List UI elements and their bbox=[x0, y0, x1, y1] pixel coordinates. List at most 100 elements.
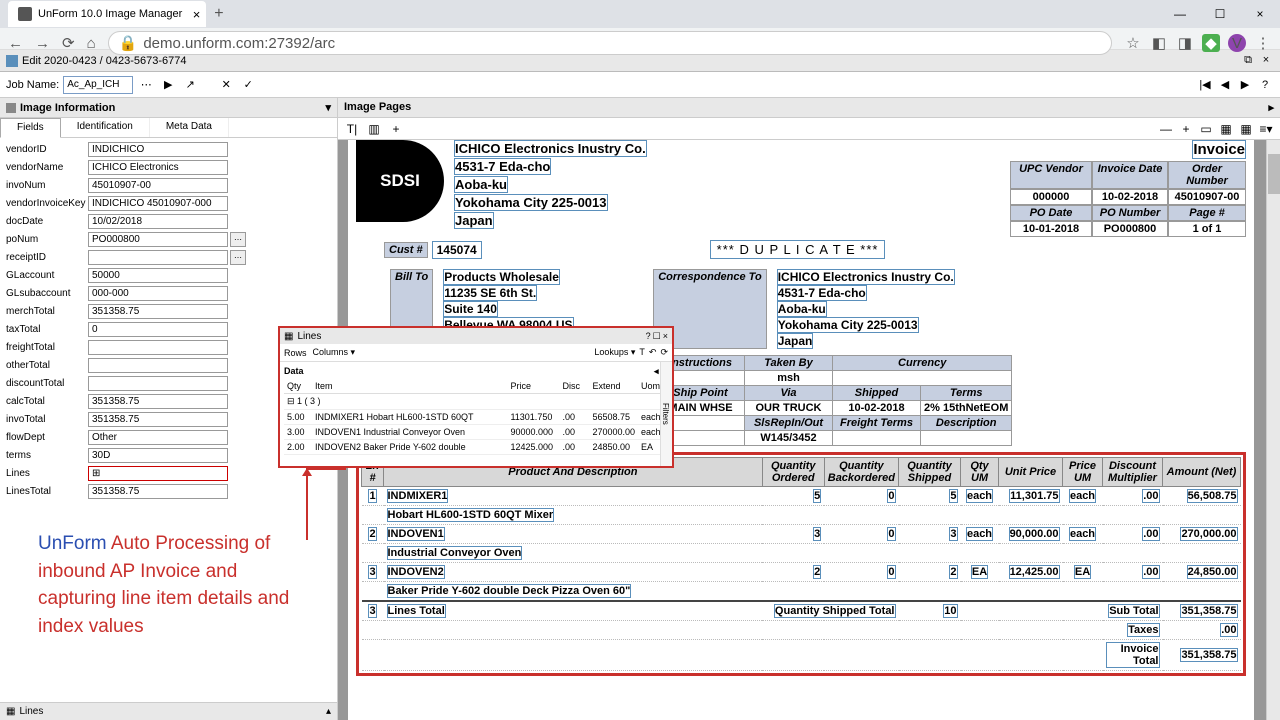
scrollbar[interactable] bbox=[1266, 140, 1280, 720]
home-button[interactable]: ⌂ bbox=[87, 35, 96, 52]
nav-prev-button[interactable]: ◀ bbox=[1216, 76, 1234, 94]
field-input-GLaccount[interactable] bbox=[88, 268, 228, 283]
lookup-button[interactable]: ⋯ bbox=[230, 232, 246, 247]
popout-icon[interactable]: ⧉ bbox=[1240, 54, 1256, 67]
close-icon[interactable]: × bbox=[663, 331, 668, 342]
field-input-vendorID[interactable] bbox=[88, 142, 228, 157]
close-icon[interactable]: × bbox=[193, 7, 201, 22]
field-label: GLaccount bbox=[6, 270, 88, 281]
lookup-button[interactable]: ⋯ bbox=[230, 250, 246, 265]
more-button[interactable]: ⋯ bbox=[137, 76, 155, 94]
field-input-invoNum[interactable] bbox=[88, 178, 228, 193]
field-input-taxTotal[interactable] bbox=[88, 322, 228, 337]
zoom-out-icon[interactable]: — bbox=[1158, 121, 1174, 137]
reload-button[interactable]: ⟳ bbox=[62, 34, 75, 52]
field-input-calcTotal[interactable] bbox=[88, 394, 228, 409]
url-field[interactable]: 🔒 demo.unform.com:27392/arc bbox=[108, 31, 1112, 55]
grid-2-icon[interactable]: ▦ bbox=[1218, 121, 1234, 137]
barcode-icon[interactable]: ▥ bbox=[366, 121, 382, 137]
bottom-lines-bar[interactable]: ▦ Lines ▴ bbox=[0, 702, 337, 720]
line-items-frame: Ln # Product And Description Quantity Or… bbox=[356, 452, 1246, 676]
table-row: 2INDOVEN1303each90,000.00each.00270,000.… bbox=[362, 525, 1241, 544]
table-row: 1INDMIXER1505each11,301.75each.0056,508.… bbox=[362, 487, 1241, 506]
back-button[interactable]: ← bbox=[8, 35, 23, 52]
confirm-icon[interactable]: ✓ bbox=[239, 76, 257, 94]
tab-metadata[interactable]: Meta Data bbox=[150, 118, 229, 137]
field-input-freightTotal[interactable] bbox=[88, 340, 228, 355]
field-row-docDate: docDate bbox=[0, 212, 337, 230]
maximize-icon[interactable]: ☐ bbox=[653, 331, 661, 342]
field-input-otherTotal[interactable] bbox=[88, 358, 228, 373]
nav-first-button[interactable]: |◀ bbox=[1196, 76, 1214, 94]
help-button[interactable]: ? bbox=[1256, 76, 1274, 94]
chevron-right-icon[interactable]: ▸ bbox=[1268, 101, 1274, 114]
arrow-icon bbox=[302, 468, 312, 476]
job-name-input[interactable] bbox=[63, 76, 133, 94]
field-input-GLsubaccount[interactable] bbox=[88, 286, 228, 301]
undo-icon[interactable]: ↶ bbox=[649, 347, 657, 358]
field-input-LinesTotal[interactable] bbox=[88, 484, 228, 499]
field-input-invoTotal[interactable] bbox=[88, 412, 228, 427]
columns-btn[interactable]: Columns ▾ bbox=[313, 347, 356, 358]
filters-side[interactable]: Filters bbox=[660, 362, 672, 466]
help-icon[interactable]: ? bbox=[646, 331, 651, 342]
maximize-button[interactable]: ☐ bbox=[1200, 0, 1240, 28]
annotation-connector bbox=[306, 468, 308, 540]
field-input-discountTotal[interactable] bbox=[88, 376, 228, 391]
field-label: invoTotal bbox=[6, 414, 88, 425]
rows-btn[interactable]: Rows bbox=[284, 348, 307, 358]
annotation-text: UnForm Auto Processing of inbound AP Inv… bbox=[38, 530, 298, 640]
ext-icon-3[interactable]: ◆ bbox=[1202, 34, 1220, 52]
field-row-invoNum: invoNum bbox=[0, 176, 337, 194]
field-input-docDate[interactable] bbox=[88, 214, 228, 229]
field-input-vendorName[interactable] bbox=[88, 160, 228, 175]
play-button[interactable]: ▶ bbox=[159, 76, 177, 94]
refresh-icon[interactable]: ⟳ bbox=[660, 347, 668, 358]
open-external-button[interactable]: ↗ bbox=[181, 76, 199, 94]
field-label: freightTotal bbox=[6, 342, 88, 353]
tab-fields[interactable]: Fields bbox=[0, 118, 61, 138]
lookups-btn[interactable]: Lookups ▾ bbox=[594, 347, 635, 358]
grid-icon: ▦ bbox=[6, 706, 15, 717]
list-icon[interactable]: ≡▾ bbox=[1258, 121, 1274, 137]
minimize-button[interactable]: — bbox=[1160, 0, 1200, 28]
zoom-in-icon[interactable]: + bbox=[1178, 121, 1194, 137]
text-icon[interactable]: T| bbox=[344, 121, 360, 137]
field-input-vendorInvoiceKey[interactable] bbox=[88, 196, 228, 211]
grid-3-icon[interactable]: ▦ bbox=[1238, 121, 1254, 137]
ext-icon-1[interactable]: ◧ bbox=[1150, 34, 1168, 52]
table-row[interactable]: 3.00INDOVEN1 Industrial Conveyor Oven900… bbox=[284, 425, 668, 440]
ext-icon-2[interactable]: ◨ bbox=[1176, 34, 1194, 52]
chevron-up-icon[interactable]: ▴ bbox=[326, 706, 331, 717]
field-label: flowDept bbox=[6, 432, 88, 443]
field-input-Lines[interactable] bbox=[88, 466, 228, 481]
close-app-icon[interactable]: × bbox=[1258, 54, 1274, 67]
table-row[interactable]: 2.00INDOVEN2 Baker Pride Y-602 double124… bbox=[284, 440, 668, 455]
close-window-button[interactable]: × bbox=[1240, 0, 1280, 28]
tab-identification[interactable]: Identification bbox=[61, 118, 150, 137]
nav-next-button[interactable]: ▶ bbox=[1236, 76, 1254, 94]
line-items-table: Ln # Product And Description Quantity Or… bbox=[361, 457, 1241, 671]
field-input-terms[interactable] bbox=[88, 448, 228, 463]
avatar[interactable]: V bbox=[1228, 34, 1246, 52]
forward-button[interactable]: → bbox=[35, 35, 50, 52]
field-input-merchTotal[interactable] bbox=[88, 304, 228, 319]
text-tool-icon[interactable]: T bbox=[639, 347, 645, 358]
new-tab-button[interactable]: + bbox=[206, 5, 231, 23]
image-info-header[interactable]: Image Information ▾ bbox=[0, 98, 337, 118]
chevron-down-icon[interactable]: ▾ bbox=[325, 101, 331, 114]
field-label: receiptID bbox=[6, 252, 88, 263]
star-icon[interactable]: ☆ bbox=[1124, 34, 1142, 52]
lock-icon: 🔒 bbox=[119, 34, 138, 52]
table-row[interactable]: 5.00INDMIXER1 Hobart HL600-1STD 60QT1130… bbox=[284, 410, 668, 425]
single-page-icon[interactable]: ▭ bbox=[1198, 121, 1214, 137]
field-input-flowDept[interactable] bbox=[88, 430, 228, 445]
add-icon[interactable]: + bbox=[388, 121, 404, 137]
grid-icon: ▦ bbox=[284, 331, 293, 342]
cancel-icon[interactable]: ✕ bbox=[217, 76, 235, 94]
browser-tab[interactable]: UnForm 10.0 Image Manager × bbox=[8, 1, 206, 27]
field-input-poNum[interactable] bbox=[88, 232, 228, 247]
field-label: terms bbox=[6, 450, 88, 461]
field-input-receiptID[interactable] bbox=[88, 250, 228, 265]
menu-icon[interactable]: ⋮ bbox=[1254, 34, 1272, 52]
